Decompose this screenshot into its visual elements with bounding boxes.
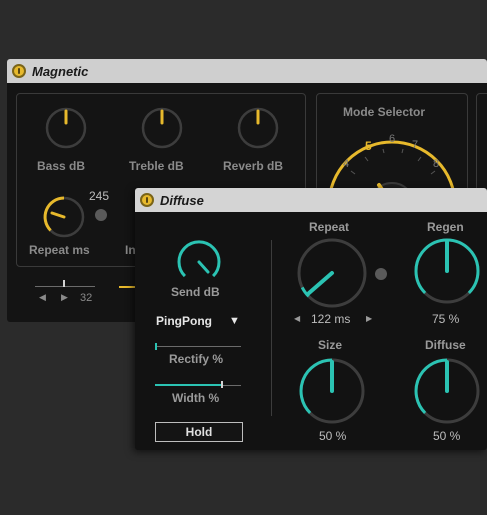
- magnetic-titlebar: Magnetic: [7, 59, 487, 83]
- diffuse-divider: [271, 240, 272, 416]
- regen-value: 75 %: [432, 312, 460, 326]
- diffuse-label: Diffuse: [425, 338, 466, 352]
- diffuse-power-icon[interactable]: [140, 193, 154, 207]
- size-label: Size: [318, 338, 343, 352]
- size-value: 50 %: [319, 429, 347, 443]
- diffuse-knob[interactable]: [412, 356, 482, 426]
- width-label: Width %: [172, 391, 220, 405]
- mode-selector-ticks: [350, 148, 436, 175]
- send-label: Send dB: [171, 285, 220, 299]
- regen-label: Regen: [427, 220, 464, 234]
- repeat-label: Repeat: [309, 220, 350, 234]
- mode-number-7: 7: [412, 139, 419, 151]
- repeat-ms-sync-dot[interactable]: [95, 209, 107, 221]
- repeat-ms-knob[interactable]: [42, 195, 86, 239]
- mode-number-8: 8: [433, 158, 440, 170]
- diffuse-title: Diffuse: [160, 192, 204, 208]
- rectify-slider[interactable]: [155, 346, 241, 347]
- repeat-ms-value: 245: [89, 189, 110, 203]
- width-slider[interactable]: [155, 384, 221, 386]
- repeat-value: 122 ms: [311, 312, 351, 326]
- repeat-sync-dot[interactable]: [375, 268, 387, 280]
- diffuse-value: 50 %: [433, 429, 461, 443]
- diffuse-device: Diffuse Send dB PingPong ▼ Rectify % Wid…: [135, 188, 487, 450]
- width-thumb[interactable]: [221, 381, 223, 388]
- hold-button[interactable]: Hold: [155, 422, 243, 442]
- magnetic-stepper-line: [35, 286, 95, 287]
- repeat-ms-label: Repeat ms: [29, 243, 90, 257]
- width-slider-rest: [221, 385, 241, 386]
- mode-number-5: 5: [365, 139, 372, 153]
- reverb-knob[interactable]: [236, 106, 280, 150]
- treble-knob[interactable]: [140, 106, 184, 150]
- treble-label: Treble dB: [129, 159, 184, 173]
- magnetic-stepper-value: 32: [80, 292, 93, 304]
- rectify-label: Rectify %: [169, 352, 224, 366]
- repeat-right-arrow-icon[interactable]: ▶: [366, 314, 372, 323]
- regen-knob[interactable]: [412, 236, 482, 306]
- mode-number-6: 6: [389, 133, 396, 145]
- repeat-left-arrow-icon[interactable]: ◀: [294, 314, 300, 323]
- bass-knob[interactable]: [44, 106, 88, 150]
- diffuse-titlebar: Diffuse: [135, 188, 487, 212]
- power-icon[interactable]: [12, 64, 26, 78]
- mode-selector-label: Mode Selector: [343, 105, 426, 119]
- dropdown-arrow-icon[interactable]: ▼: [229, 315, 240, 327]
- magnetic-title: Magnetic: [32, 63, 89, 79]
- left-arrow-icon[interactable]: ◀: [39, 292, 46, 303]
- send-knob[interactable]: [175, 238, 223, 286]
- right-arrow-icon[interactable]: ▶: [61, 292, 68, 303]
- pingpong-dropdown[interactable]: PingPong: [156, 314, 212, 328]
- magnetic-stepper-thumb[interactable]: [63, 280, 65, 287]
- rectify-thumb[interactable]: [155, 343, 157, 350]
- reverb-label: Reverb dB: [223, 159, 284, 173]
- repeat-knob[interactable]: [295, 236, 369, 310]
- bass-label: Bass dB: [37, 159, 86, 173]
- size-knob[interactable]: [297, 356, 367, 426]
- mode-number-4: 4: [343, 158, 350, 170]
